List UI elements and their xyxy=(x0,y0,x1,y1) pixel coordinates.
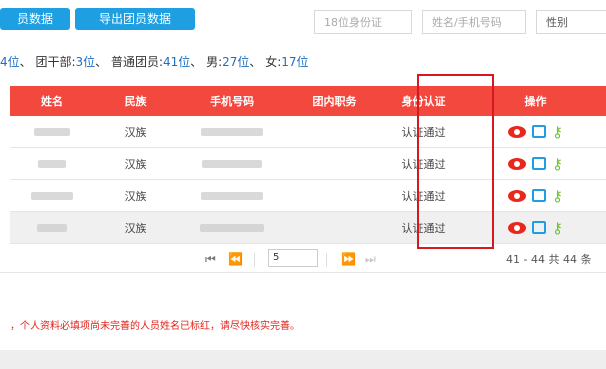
summary-male-count: 27位 xyxy=(222,55,250,69)
blurred-phone xyxy=(201,128,264,136)
pager-divider xyxy=(254,253,255,267)
blurred-phone xyxy=(202,160,263,168)
blurred-phone xyxy=(201,192,264,200)
table-header: 姓名 民族 手机号码 团内职务 身份认证 操作 xyxy=(10,86,606,116)
table-row: 汉族 认证通过 ⚷ xyxy=(10,211,606,244)
summary-sep3: 、 男: xyxy=(190,55,223,69)
last-page-icon[interactable]: ⏭ xyxy=(365,252,376,267)
cell-ethnicity: 汉族 xyxy=(93,147,178,180)
summary-sep1: 、 团干部: xyxy=(19,55,76,69)
summary-sep2: 、 普通团员: xyxy=(95,55,163,69)
cell-status: 认证通过 xyxy=(381,179,466,212)
summary-sep4: 、 女: xyxy=(249,55,282,69)
name-phone-input[interactable]: 姓名/手机号码 xyxy=(422,10,526,34)
cell-position xyxy=(287,179,382,212)
next-page-icon[interactable]: ⏩ xyxy=(341,252,356,266)
cell-name xyxy=(10,116,94,148)
cell-name xyxy=(10,147,94,180)
cell-name xyxy=(10,179,94,212)
cell-position xyxy=(287,147,382,180)
summary-total: 4位 xyxy=(0,55,20,69)
blurred-phone xyxy=(200,224,265,232)
edit-icon[interactable] xyxy=(532,125,547,138)
cell-position xyxy=(287,211,382,244)
export-member-data-button[interactable]: 导出团员数据 xyxy=(75,8,195,30)
incomplete-profile-notice: ，个人资料必填项尚未完善的人员姓名已标红，请尽快核实完善。 xyxy=(10,321,300,332)
footer-bar xyxy=(0,350,606,369)
blurred-name xyxy=(33,128,70,136)
header-ethnicity: 民族 xyxy=(93,86,178,116)
view-eye-icon[interactable] xyxy=(508,157,527,170)
blurred-name xyxy=(30,192,73,200)
cell-phone xyxy=(177,211,288,244)
cell-ethnicity: 汉族 xyxy=(93,211,178,244)
summary-female-count: 17位 xyxy=(281,55,309,69)
member-table: 姓名 民族 手机号码 团内职务 身份认证 操作 汉族 认证通过 ⚷ 汉族 认证通… xyxy=(10,86,606,244)
cell-position xyxy=(287,116,382,148)
cell-name xyxy=(10,211,94,244)
view-eye-icon[interactable] xyxy=(508,189,527,202)
cell-phone xyxy=(177,116,288,148)
key-icon[interactable]: ⚷ xyxy=(552,219,563,237)
table-row: 汉族 认证通过 ⚷ xyxy=(10,179,606,212)
first-page-icon[interactable]: ⏮ xyxy=(205,252,216,267)
key-icon[interactable]: ⚷ xyxy=(552,155,563,173)
pager-divider xyxy=(326,253,327,267)
cell-phone xyxy=(177,179,288,212)
cell-phone xyxy=(177,147,288,180)
cell-actions: ⚷ xyxy=(465,211,606,244)
cell-status: 认证通过 xyxy=(381,147,466,180)
cell-ethnicity: 汉族 xyxy=(93,116,178,148)
cell-actions: ⚷ xyxy=(465,116,606,148)
cell-actions: ⚷ xyxy=(465,147,606,180)
pagination: ⏮ ⏪ 5 ⏩ ⏭ 41 - 44 共 44 条 xyxy=(0,248,606,272)
cell-actions: ⚷ xyxy=(465,179,606,212)
key-icon[interactable]: ⚷ xyxy=(552,187,563,205)
prev-page-icon[interactable]: ⏪ xyxy=(228,252,243,266)
member-summary: 4位、 团干部:3位、 普通团员:41位、 男:27位、 女:17位 xyxy=(0,53,309,70)
toolbar: 员数据 导出团员数据 18位身份证 姓名/手机号码 性别 xyxy=(0,0,606,40)
pagination-info: 41 - 44 共 44 条 xyxy=(506,253,592,266)
divider xyxy=(0,272,606,273)
summary-cadre-count: 3位 xyxy=(75,55,96,69)
header-actions: 操作 xyxy=(465,86,606,116)
cell-status: 认证通过 xyxy=(381,116,466,148)
table-row: 汉族 认证通过 ⚷ xyxy=(10,147,606,180)
blurred-name xyxy=(37,160,66,168)
gender-select[interactable]: 性别 xyxy=(536,10,606,34)
header-id-verification: 身份认证 xyxy=(381,86,466,116)
table-row: 汉族 认证通过 ⚷ xyxy=(10,116,606,148)
summary-member-count: 41位 xyxy=(163,55,191,69)
header-position: 团内职务 xyxy=(287,86,382,116)
page-number-input[interactable]: 5 xyxy=(268,249,318,267)
blurred-name xyxy=(36,224,67,232)
header-name: 姓名 xyxy=(10,86,94,116)
view-eye-icon[interactable] xyxy=(508,125,527,138)
cell-status: 认证通过 xyxy=(381,211,466,244)
edit-icon[interactable] xyxy=(532,221,547,234)
cell-ethnicity: 汉族 xyxy=(93,179,178,212)
view-eye-icon[interactable] xyxy=(508,221,527,234)
member-data-button[interactable]: 员数据 xyxy=(0,8,70,30)
edit-icon[interactable] xyxy=(532,157,547,170)
id-card-input[interactable]: 18位身份证 xyxy=(314,10,412,34)
edit-icon[interactable] xyxy=(532,189,547,202)
header-phone: 手机号码 xyxy=(177,86,288,116)
key-icon[interactable]: ⚷ xyxy=(552,123,563,141)
